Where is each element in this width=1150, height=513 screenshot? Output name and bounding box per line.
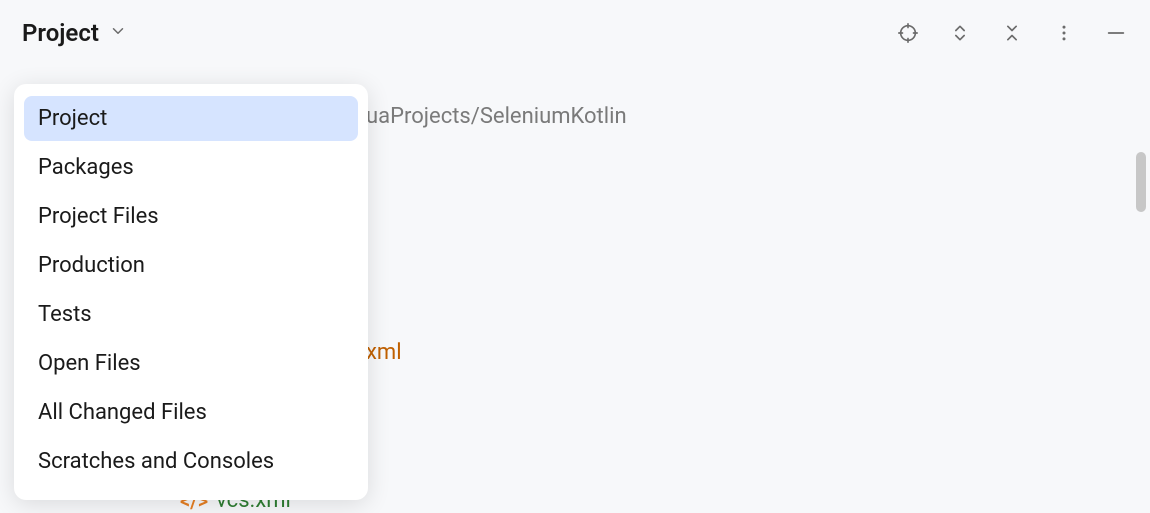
project-tree-area: uaProjects/SeleniumKotlin xml </> vcs.xm… — [0, 66, 1150, 510]
toolbar-actions — [896, 21, 1128, 45]
dropdown-item-label: Production — [38, 253, 145, 278]
view-selector-label: Project — [22, 19, 99, 47]
dropdown-item-scratches-and-consoles[interactable]: Scratches and Consoles — [24, 439, 358, 484]
expand-collapse-icon[interactable] — [948, 21, 972, 45]
dropdown-item-open-files[interactable]: Open Files — [24, 341, 358, 386]
target-icon[interactable] — [896, 21, 920, 45]
scrollbar-thumb[interactable] — [1136, 152, 1146, 212]
dropdown-item-label: Project — [38, 106, 107, 131]
dropdown-item-label: Packages — [38, 155, 134, 180]
collapse-all-icon[interactable] — [1000, 21, 1024, 45]
chevron-down-icon — [109, 22, 127, 44]
dropdown-item-label: Tests — [38, 302, 92, 327]
dropdown-item-tests[interactable]: Tests — [24, 292, 358, 337]
dropdown-item-label: Scratches and Consoles — [38, 449, 274, 474]
project-tool-toolbar: Project — [0, 0, 1150, 66]
dropdown-item-production[interactable]: Production — [24, 243, 358, 288]
view-selector-dropdown: Project Packages Project Files Productio… — [14, 84, 368, 500]
dropdown-item-project-files[interactable]: Project Files — [24, 194, 358, 239]
hide-icon[interactable] — [1104, 21, 1128, 45]
project-path-text: uaProjects/SeleniumKotlin — [366, 104, 627, 129]
dropdown-item-all-changed-files[interactable]: All Changed Files — [24, 390, 358, 435]
dropdown-item-project[interactable]: Project — [24, 96, 358, 141]
more-options-icon[interactable] — [1052, 21, 1076, 45]
dropdown-item-label: All Changed Files — [38, 400, 207, 425]
dropdown-item-packages[interactable]: Packages — [24, 145, 358, 190]
view-selector[interactable]: Project — [22, 19, 127, 47]
partial-filename-1: xml — [366, 340, 402, 365]
dropdown-item-label: Open Files — [38, 351, 141, 376]
dropdown-item-label: Project Files — [38, 204, 159, 229]
